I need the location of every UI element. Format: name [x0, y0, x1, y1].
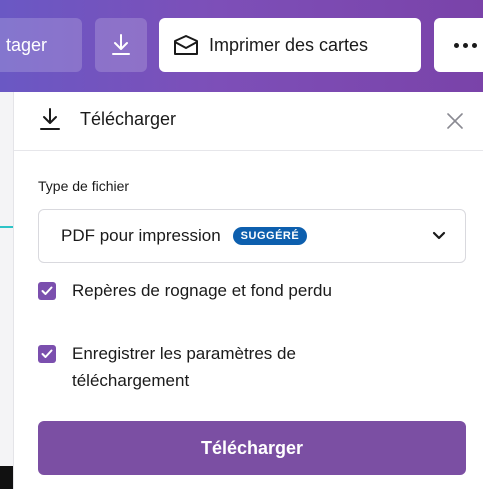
crop-marks-option[interactable]: Repères de rognage et fond perdu: [38, 281, 332, 304]
top-toolbar: tager Imprimer des cartes: [0, 0, 483, 92]
save-settings-label: Enregistrer les paramètres de télécharge…: [72, 344, 296, 390]
download-icon: [38, 106, 62, 137]
download-button[interactable]: Télécharger: [38, 421, 466, 475]
download-panel: Télécharger Type de fichier PDF pour imp…: [14, 92, 483, 489]
card-print-icon: [173, 34, 199, 56]
share-button-label: tager: [6, 34, 48, 55]
save-settings-option[interactable]: Enregistrer les paramètres de télécharge…: [38, 344, 378, 394]
file-type-select[interactable]: PDF pour impression SUGGÉRÉ: [38, 209, 466, 263]
print-cards-button[interactable]: Imprimer des cartes: [159, 18, 421, 72]
canvas-edge: [0, 92, 14, 489]
save-settings-checkbox[interactable]: [38, 345, 56, 363]
more-options-button[interactable]: [434, 18, 483, 72]
chevron-down-icon: [431, 229, 447, 247]
crop-marks-label: Repères de rognage et fond perdu: [72, 281, 332, 300]
canvas-guide-line: [0, 226, 13, 228]
suggested-badge: SUGGÉRÉ: [232, 227, 308, 245]
download-button-label: Télécharger: [200, 437, 304, 458]
more-dots-icon: [454, 42, 481, 48]
file-type-value: PDF pour impression: [61, 226, 221, 245]
close-icon[interactable]: [442, 108, 468, 134]
crop-marks-checkbox[interactable]: [38, 282, 56, 300]
panel-title: Télécharger: [80, 109, 177, 129]
print-cards-label: Imprimer des cartes: [209, 34, 369, 55]
download-icon: [110, 33, 132, 57]
share-button[interactable]: tager: [0, 18, 82, 72]
file-type-label: Type de fichier: [38, 178, 130, 194]
toolbar-download-button[interactable]: [95, 18, 147, 72]
panel-header: Télécharger: [14, 92, 483, 151]
canvas-element-edge: [0, 466, 13, 489]
